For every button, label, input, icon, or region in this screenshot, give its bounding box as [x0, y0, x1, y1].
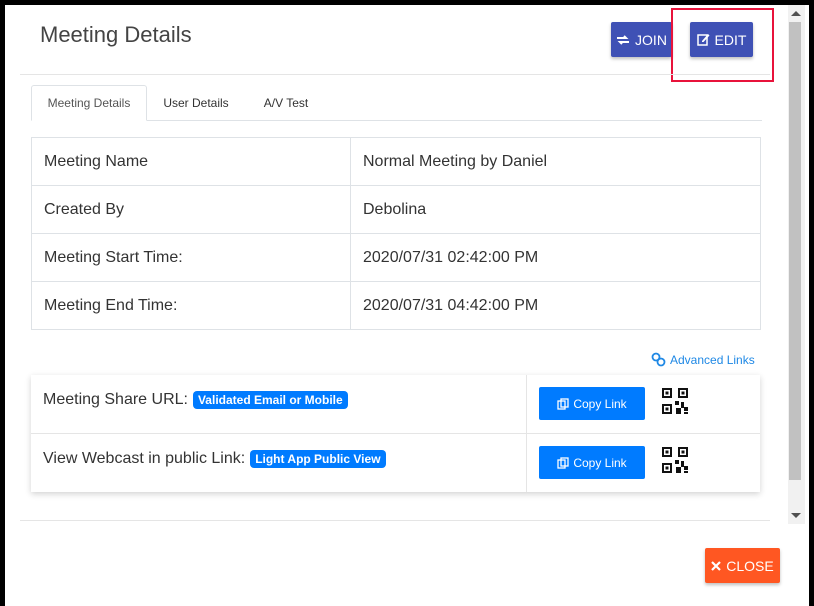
- detail-label: Meeting End Time:: [31, 281, 351, 330]
- share-label: Meeting Share URL: Validated Email or Mo…: [43, 391, 348, 409]
- table-row: Meeting Name Normal Meeting by Daniel: [31, 137, 761, 186]
- join-icon: [617, 34, 630, 45]
- page-title: Meeting Details: [40, 22, 192, 47]
- link-icon: [651, 352, 666, 367]
- detail-value: 2020/07/31 02:42:00 PM: [350, 233, 761, 282]
- copy-icon: [557, 456, 569, 469]
- detail-label: Meeting Name: [31, 137, 351, 186]
- copy-link-button[interactable]: Copy Link: [539, 387, 645, 420]
- table-row: Meeting Start Time: 2020/07/31 02:42:00 …: [31, 233, 761, 282]
- copy-icon: [557, 397, 569, 410]
- copy-link-label: Copy Link: [573, 455, 627, 470]
- scroll-down-icon[interactable]: [791, 513, 801, 518]
- qr-code-icon[interactable]: [662, 388, 688, 414]
- advanced-links[interactable]: Advanced Links: [651, 352, 755, 367]
- qr-code-icon[interactable]: [662, 447, 688, 473]
- detail-value: Normal Meeting by Daniel: [350, 137, 761, 186]
- detail-value: Debolina: [350, 185, 761, 234]
- window-border-top: [0, 0, 814, 5]
- window-border-left: [0, 0, 5, 606]
- join-label: JOIN: [635, 31, 667, 48]
- advanced-links-label: Advanced Links: [670, 352, 755, 367]
- join-button[interactable]: JOIN: [611, 22, 672, 57]
- copy-link-button[interactable]: Copy Link: [539, 446, 645, 479]
- close-label: CLOSE: [726, 557, 774, 574]
- share-label: View Webcast in public Link: Light App P…: [43, 450, 386, 468]
- tab-user-details[interactable]: User Details: [151, 85, 241, 121]
- detail-value: 2020/07/31 04:42:00 PM: [350, 281, 761, 330]
- detail-label: Meeting Start Time:: [31, 233, 351, 282]
- public-view-badge: Light App Public View: [250, 450, 386, 468]
- detail-label: Created By: [31, 185, 351, 234]
- window-border-right: [809, 0, 814, 606]
- table-row: Created By Debolina: [31, 185, 761, 234]
- table-row: Meeting End Time: 2020/07/31 04:42:00 PM: [31, 281, 761, 330]
- edit-highlight-box: [671, 8, 774, 82]
- scroll-up-icon[interactable]: [791, 11, 801, 16]
- share-row: Meeting Share URL: Validated Email or Mo…: [31, 375, 760, 434]
- scrollbar-thumb[interactable]: [789, 22, 801, 480]
- tab-meeting-details[interactable]: Meeting Details: [31, 85, 147, 121]
- share-links-card: Meeting Share URL: Validated Email or Mo…: [31, 375, 760, 492]
- copy-link-label: Copy Link: [573, 396, 627, 411]
- validation-badge: Validated Email or Mobile: [192, 391, 348, 409]
- meeting-details-table: Meeting Name Normal Meeting by Daniel Cr…: [31, 137, 761, 330]
- close-icon: [711, 560, 722, 571]
- tab-bar: Meeting Details User Details A/V Test: [31, 85, 761, 121]
- close-button[interactable]: CLOSE: [705, 548, 780, 583]
- share-row: View Webcast in public Link: Light App P…: [31, 434, 760, 492]
- footer-divider: [20, 520, 770, 521]
- tab-av-test[interactable]: A/V Test: [249, 85, 323, 121]
- share-label-text: View Webcast in public Link:: [43, 450, 246, 467]
- meeting-details-modal: Meeting Details JOIN EDIT Meeting Detail…: [0, 0, 814, 606]
- header-divider: [20, 74, 770, 75]
- share-label-text: Meeting Share URL:: [43, 391, 188, 408]
